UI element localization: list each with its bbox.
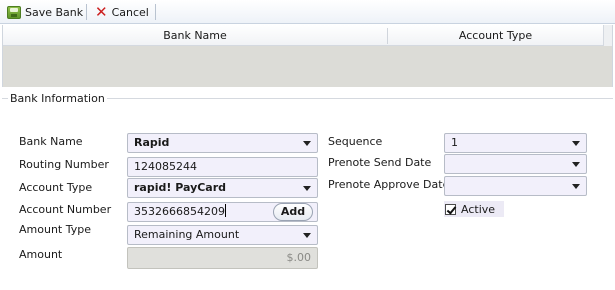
account-type-value: rapid! PayCard: [134, 181, 227, 194]
amount-value: $.00: [286, 251, 312, 264]
cancel-label: Cancel: [111, 5, 149, 19]
prenote-send-date-label: Prenote Send Date: [328, 156, 432, 169]
bank-name-select[interactable]: Rapid: [127, 133, 318, 153]
chevron-down-icon: [572, 184, 580, 189]
column-header-account-type[interactable]: Account Type: [388, 25, 603, 46]
routing-number-input[interactable]: 124085244: [127, 157, 318, 177]
amount-label: Amount: [19, 248, 63, 261]
section-legend: Bank Information: [8, 92, 107, 105]
add-account-button[interactable]: Add: [273, 203, 313, 221]
active-checkbox[interactable]: [445, 203, 456, 215]
toolbar: Save Bank ✕ Cancel: [0, 0, 615, 24]
text-cursor: [224, 204, 226, 217]
active-label: Active: [461, 202, 496, 216]
amount-type-label: Amount Type: [19, 223, 91, 236]
column-header-bank-name[interactable]: Bank Name: [3, 25, 387, 46]
toolbar-separator: [155, 4, 156, 20]
amount-type-value: Remaining Amount: [134, 228, 240, 241]
bank-grid[interactable]: Bank Name Account Type: [2, 25, 613, 87]
chevron-down-icon: [572, 141, 580, 146]
active-checkbox-row[interactable]: Active: [444, 201, 504, 217]
prenote-approve-date-label: Prenote Approve Date: [328, 178, 450, 191]
sequence-value: 1: [451, 136, 458, 149]
grid-body: [3, 46, 612, 87]
prenote-send-date-select[interactable]: [444, 154, 587, 174]
account-type-select[interactable]: rapid! PayCard: [127, 178, 318, 198]
sequence-select[interactable]: 1: [444, 133, 587, 153]
routing-number-label: Routing Number: [19, 158, 109, 171]
save-bank-label: Save Bank: [25, 5, 84, 19]
save-icon: [7, 5, 21, 19]
chevron-down-icon: [303, 186, 311, 191]
amount-input: $.00: [127, 247, 318, 269]
save-bank-button[interactable]: Save Bank: [4, 3, 86, 21]
prenote-approve-date-select[interactable]: [444, 176, 587, 196]
chevron-down-icon: [572, 162, 580, 167]
sequence-label: Sequence: [328, 135, 383, 148]
chevron-down-icon: [303, 233, 311, 238]
bank-name-value: Rapid: [134, 136, 170, 149]
account-number-value: 3532666854209: [134, 205, 225, 218]
toolbar-separator: [86, 4, 87, 20]
chevron-down-icon: [303, 141, 311, 146]
bank-name-label: Bank Name: [19, 135, 83, 148]
amount-type-select[interactable]: Remaining Amount: [127, 225, 318, 245]
cancel-icon: ✕: [95, 3, 108, 21]
grid-header: Bank Name Account Type: [3, 25, 603, 46]
cancel-button[interactable]: ✕ Cancel: [92, 3, 152, 21]
account-number-label: Account Number: [19, 203, 112, 216]
account-type-label: Account Type: [19, 181, 93, 194]
grid-scrollbar[interactable]: [603, 25, 612, 46]
routing-number-value: 124085244: [134, 160, 197, 173]
